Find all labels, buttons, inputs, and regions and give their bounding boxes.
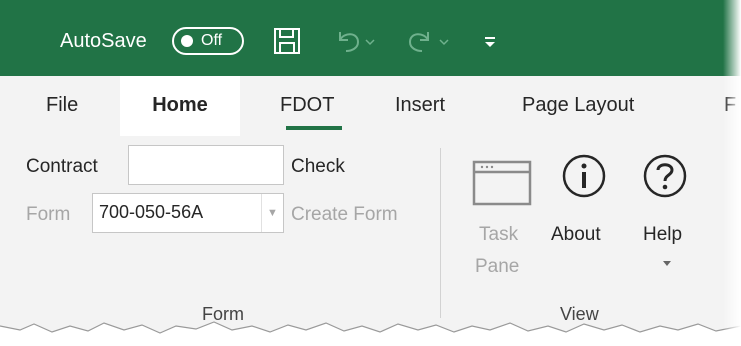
form-select[interactable]: 700-050-56A ▼ <box>92 193 284 233</box>
active-tab-underline <box>286 126 342 130</box>
help-question-icon[interactable] <box>642 153 688 199</box>
task-pane-label-1[interactable]: Task <box>479 224 518 246</box>
redo-icon[interactable] <box>404 26 452 56</box>
autosave-label: AutoSave <box>60 30 147 52</box>
customize-qat-icon[interactable] <box>482 26 498 56</box>
ribbon-tab-bar: File Home FDOT Insert Page Layout F <box>0 76 741 136</box>
contract-label: Contract <box>26 156 98 177</box>
toggle-knob <box>181 35 193 47</box>
info-icon[interactable] <box>561 153 607 199</box>
check-button[interactable]: Check <box>291 156 345 178</box>
task-pane-icon[interactable] <box>472 160 532 206</box>
dropdown-arrow-icon[interactable]: ▼ <box>261 194 283 232</box>
title-bar: AutoSave Off <box>0 0 741 76</box>
autosave-state: Off <box>201 32 223 49</box>
right-edge-fade <box>723 0 741 346</box>
tab-fdot[interactable]: FDOT <box>280 94 334 117</box>
form-label: Form <box>26 204 71 225</box>
autosave-toggle[interactable]: Off <box>172 27 244 55</box>
contract-input[interactable] <box>128 145 284 185</box>
create-form-button[interactable]: Create Form <box>291 204 398 226</box>
tab-page-layout[interactable]: Page Layout <box>522 94 634 117</box>
help-button[interactable]: Help <box>643 224 682 246</box>
help-dropdown-icon[interactable] <box>662 260 672 268</box>
group-separator <box>440 148 441 318</box>
torn-edge-decoration <box>0 321 741 346</box>
undo-icon[interactable] <box>332 26 376 56</box>
about-button[interactable]: About <box>551 224 601 246</box>
tab-file[interactable]: File <box>46 94 78 117</box>
form-select-value: 700-050-56A <box>99 202 204 222</box>
tab-home[interactable]: Home <box>120 76 240 136</box>
task-pane-label-2[interactable]: Pane <box>475 256 519 278</box>
tab-insert[interactable]: Insert <box>395 94 445 117</box>
save-icon[interactable] <box>272 26 302 56</box>
